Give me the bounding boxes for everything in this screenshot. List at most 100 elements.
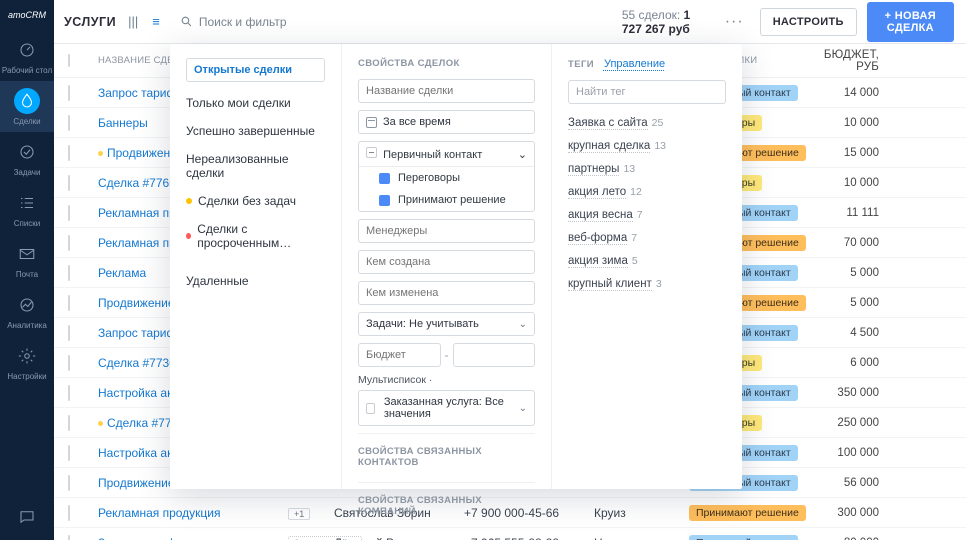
search-placeholder: Поиск и фильтр [199,15,287,29]
created-by-filter[interactable] [358,250,535,274]
chevron-down-icon: ⌄ [519,403,527,414]
tag-item[interactable]: партнеры13 [568,158,726,181]
rail-chat[interactable] [0,497,54,540]
budget-value: 56 000 [799,477,879,489]
customize-button[interactable]: НАСТРОИТЬ [760,8,857,36]
deals-summary: 55 сделок: 1 727 267 руб [622,8,709,36]
budget-to-input[interactable] [453,343,536,367]
calendar-icon [366,117,377,128]
rail-stats[interactable]: Аналитика [0,285,54,336]
managers-filter[interactable] [358,219,535,243]
preset-no-tasks[interactable]: Сделки без задач [186,187,325,215]
props-heading: СВОЙСТВА СДЕЛОК [358,58,535,69]
rail-check[interactable]: Задачи [0,132,54,183]
new-deal-button[interactable]: + НОВАЯ СДЕЛКА [867,2,954,42]
budget-value: 80 000 [799,537,879,540]
row-checkbox[interactable] [68,325,70,341]
tag-item[interactable]: крупная сделка13 [568,135,726,158]
rail-mail[interactable]: Почта [0,234,54,285]
row-checkbox[interactable] [68,145,70,161]
deal-name-link[interactable]: Рекламная продукция [98,506,288,520]
tag-item[interactable]: веб-форма7 [568,227,726,250]
tag-item[interactable]: крупный клиент3 [568,273,726,296]
pipeline-view-icon[interactable]: ||| [126,12,140,31]
budget-value: 10 000 [799,177,879,189]
todo-badge: +1 [288,508,310,520]
row-checkbox[interactable] [68,115,70,131]
budget-value: 14 000 [799,87,879,99]
tasks-select[interactable]: Задачи: Не учитывать⌄ [358,312,535,336]
row-checkbox[interactable] [68,475,70,491]
budget-value: 70 000 [799,237,879,249]
company-link[interactable]: Цвет металл [594,536,689,540]
stage-badge: Первичный контакт [689,535,798,540]
rail-drop[interactable]: Сделки [0,81,54,132]
dash-icon [14,37,40,63]
tag-item[interactable]: акция лето12 [568,181,726,204]
row-checkbox[interactable] [68,445,70,461]
chevron-down-icon: ⌄ [518,148,527,161]
gear-icon [14,343,40,369]
table-row: Запрос тарифовЗаявка с сайтаДмитрий Рома… [54,528,966,540]
tag-item[interactable]: акция весна7 [568,204,726,227]
contacts-heading[interactable]: СВОЙСТВА СВЯЗАННЫХ КОНТАКТОВ [358,433,535,476]
companies-heading[interactable]: СВОЙСТВА СВЯЗАННЫХ КОМПАНИЙ [358,482,535,525]
deal-name-filter[interactable] [358,79,535,103]
check-icon [14,139,40,165]
budget-value: 300 000 [799,507,879,519]
deal-name-link[interactable]: Запрос тарифов [98,536,288,540]
more-menu-button[interactable]: ··· [719,13,750,31]
preset-overdue[interactable]: Сделки с просроченным… [186,215,325,257]
tag-item[interactable]: акция зима5 [568,250,726,273]
preset-item[interactable]: Только мои сделки [186,89,325,117]
mail-icon [14,241,40,267]
page-title: УСЛУГИ [64,15,116,29]
search-icon [180,15,193,28]
row-checkbox[interactable] [68,415,70,431]
search-input[interactable]: Поиск и фильтр [172,15,392,29]
rail-list[interactable]: Списки [0,183,54,234]
rail-gear[interactable]: Настройки [0,336,54,387]
tag-search-input[interactable]: Найти тег [568,80,726,104]
menu-icon[interactable]: ≡ [150,12,162,31]
pipeline-stage-select[interactable]: Первичный контакт⌄ Переговоры Принимают … [358,141,535,212]
row-checkbox[interactable] [68,295,70,311]
budget-value: 350 000 [799,387,879,399]
row-checkbox[interactable] [68,85,70,101]
contact-link[interactable]: Дмитрий Романович [334,536,464,540]
row-checkbox[interactable] [68,355,70,371]
budget-value: 15 000 [799,147,879,159]
preset-deleted[interactable]: Удаленные [186,267,325,295]
service-select[interactable]: Заказанная услуга: Все значения⌄ [358,390,535,426]
col-budget: БЮДЖЕТ, РУБ [799,49,879,73]
row-checkbox[interactable] [68,205,70,221]
budget-value: 5 000 [799,267,879,279]
filter-panel: Открытые сделки Только мои сделкиУспешно… [170,44,742,489]
preset-item[interactable]: Успешно завершенные [186,117,325,145]
row-checkbox[interactable] [68,505,70,521]
row-checkbox[interactable] [68,235,70,251]
changed-by-filter[interactable] [358,281,535,305]
period-select[interactable]: За все время [358,110,535,134]
budget-value: 10 000 [799,117,879,129]
manage-tags-link[interactable]: Управление [604,58,665,70]
drop-icon [14,88,40,114]
rail-dash[interactable]: Рабочий стол [0,30,54,81]
filter-presets-column: Открытые сделки Только мои сделкиУспешно… [170,44,342,489]
select-all-checkbox[interactable] [68,54,70,67]
preset-open-deals[interactable]: Открытые сделки [186,58,325,82]
company-link[interactable]: Круиз [594,506,689,520]
row-checkbox[interactable] [68,265,70,281]
phone-link[interactable]: +7 965 555-88-88 [464,536,594,540]
chat-icon [14,504,40,530]
row-checkbox[interactable] [68,385,70,401]
preset-item[interactable]: Нереализованные сделки [186,145,325,187]
budget-from-input[interactable] [358,343,441,367]
nav-rail: amoCRM Рабочий столСделкиЗадачиСпискиПоч… [0,0,54,540]
budget-value: 250 000 [799,417,879,429]
row-checkbox[interactable] [68,175,70,191]
budget-value: 11 111 [799,207,879,219]
tag-item[interactable]: Заявка с сайта25 [568,112,726,135]
budget-value: 5 000 [799,297,879,309]
row-checkbox[interactable] [68,535,70,540]
